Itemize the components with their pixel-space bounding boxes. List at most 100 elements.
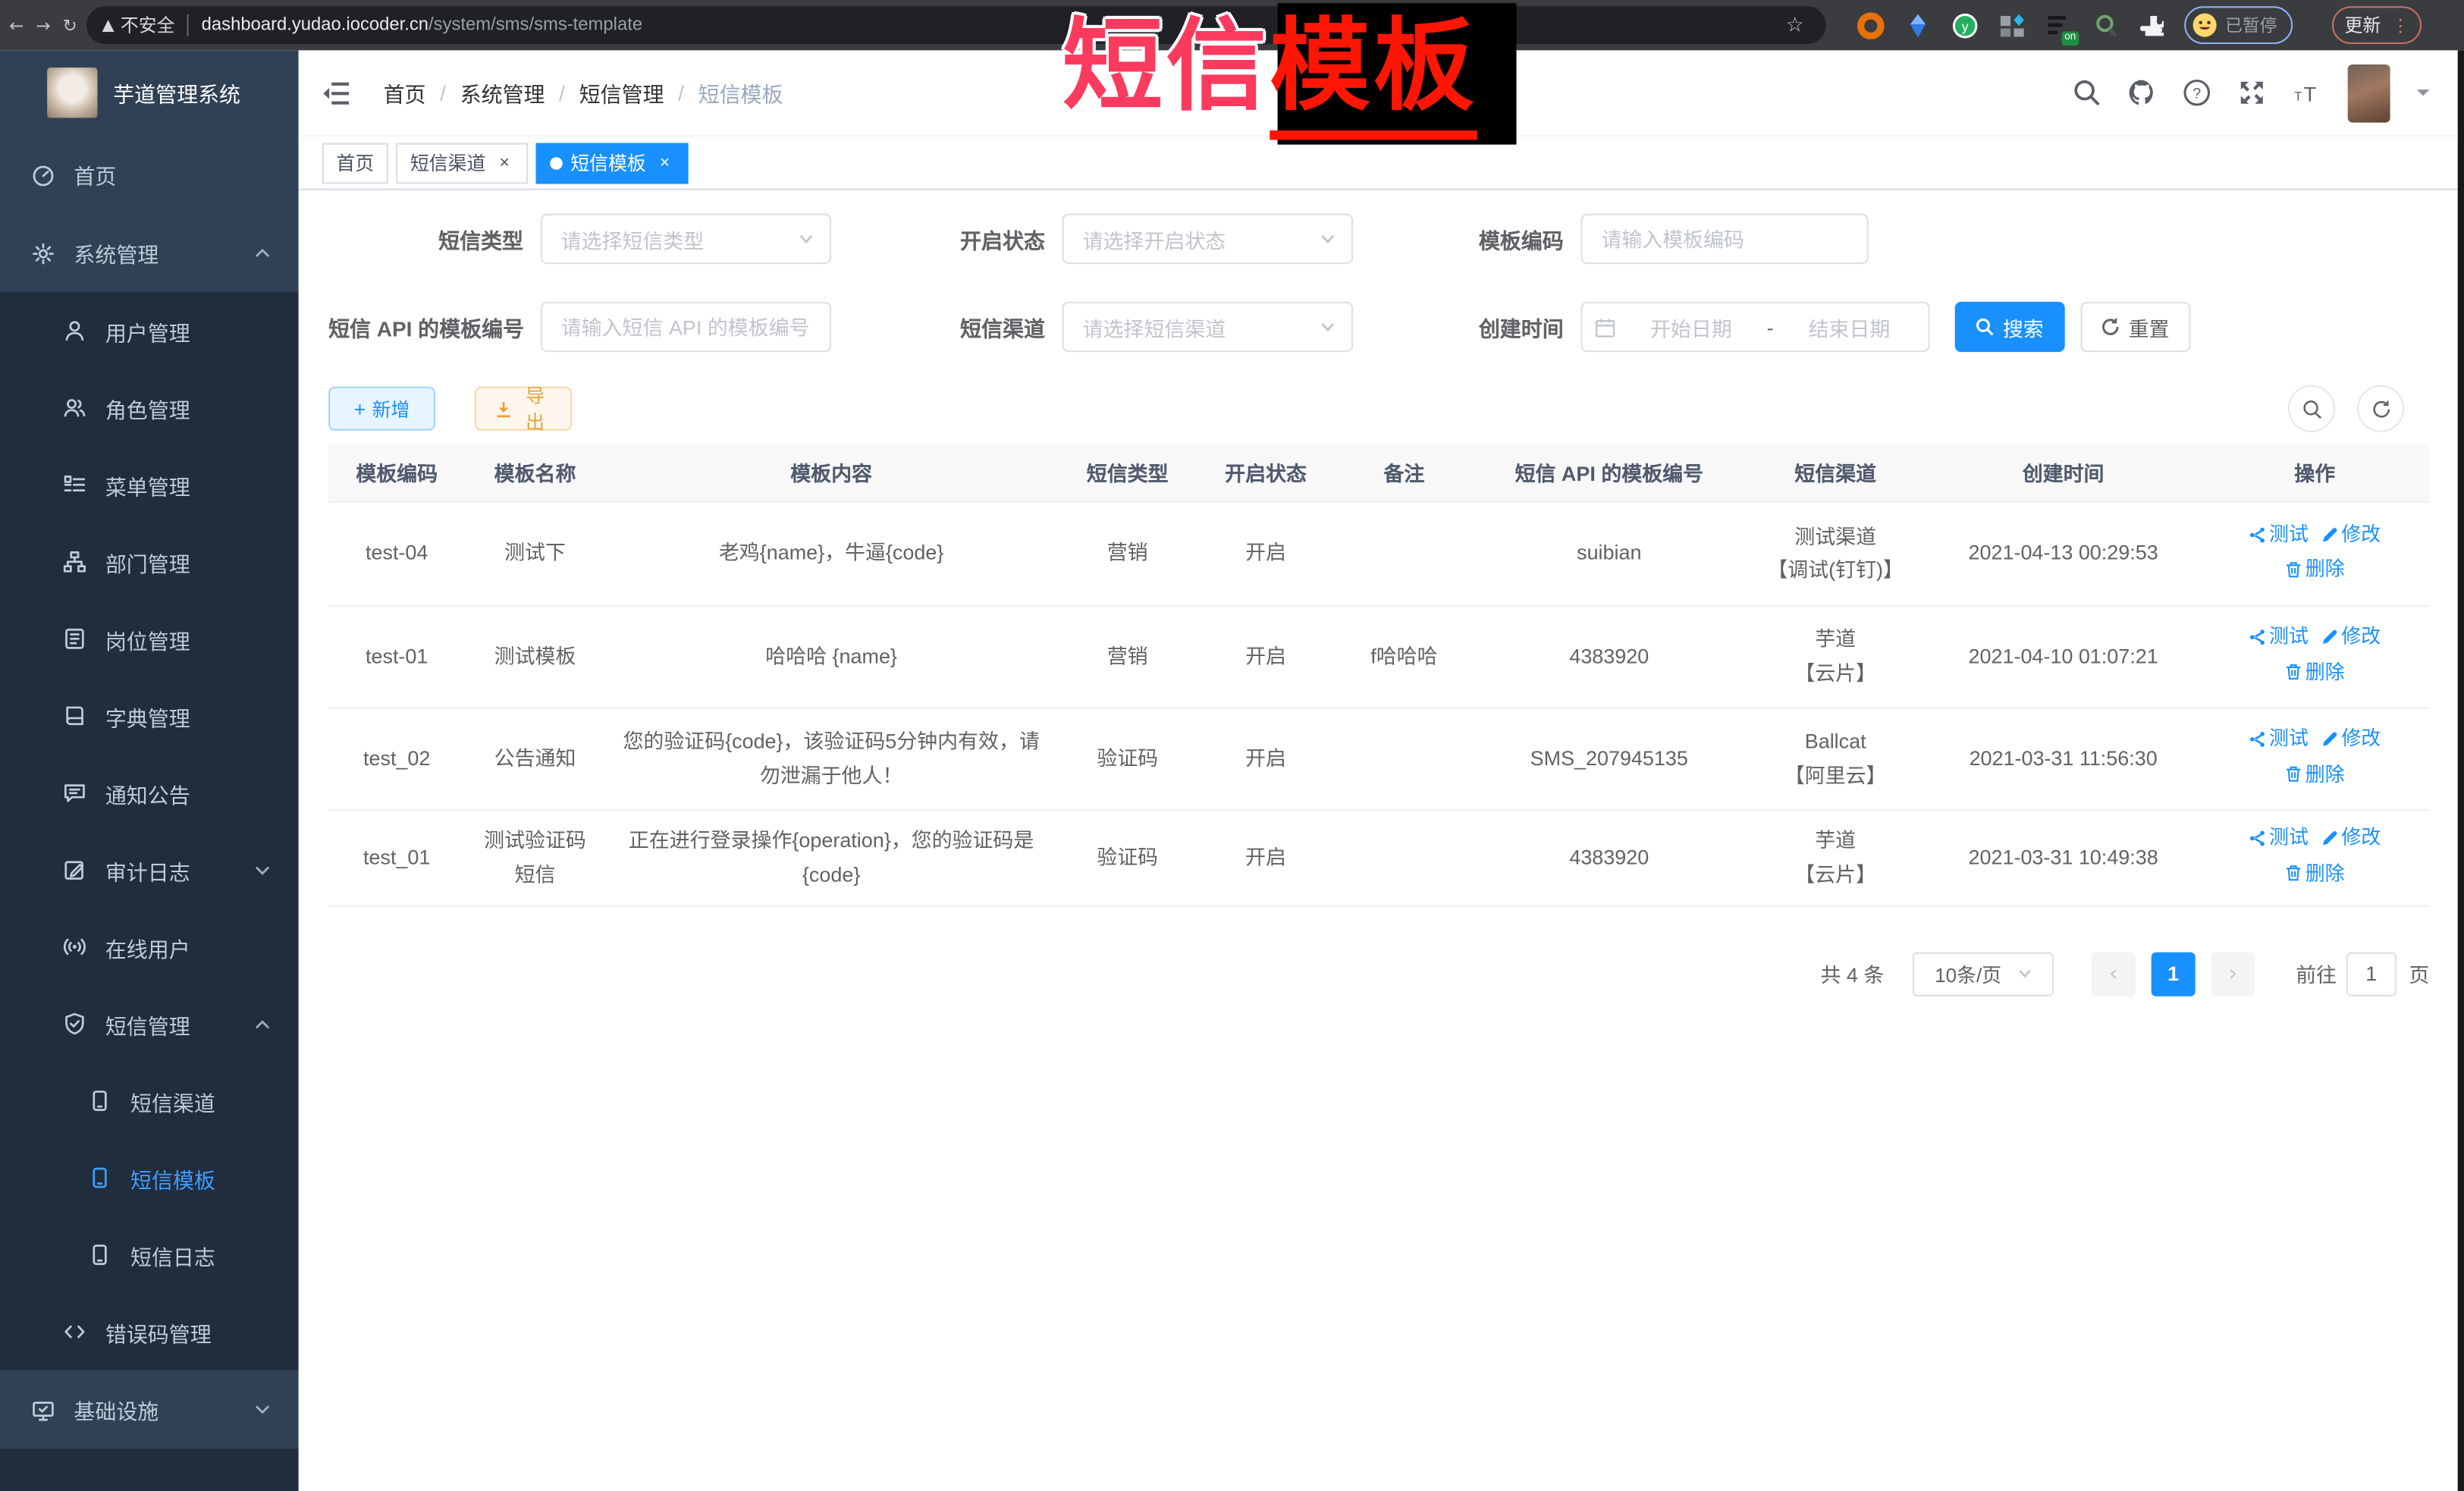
- sidebar-item-dept-management[interactable]: 部门管理: [0, 523, 299, 601]
- extension-blue-kite-icon[interactable]: [1904, 12, 1931, 39]
- table-cell: 哈哈哈 {name}: [605, 605, 1058, 708]
- extension-grid-icon[interactable]: [1999, 12, 2026, 39]
- refresh-table-button[interactable]: [2357, 385, 2404, 432]
- edit-link[interactable]: 修改: [2321, 518, 2381, 551]
- extension-on-badge: on: [2061, 31, 2079, 45]
- test-link[interactable]: 测试: [2249, 518, 2309, 551]
- breadcrumb-item[interactable]: 系统管理: [460, 77, 545, 108]
- avatar-caret-down-icon[interactable]: [2417, 89, 2430, 102]
- breadcrumb-item[interactable]: 短信管理: [579, 77, 664, 108]
- sidebar-item-sms-management[interactable]: 短信管理: [0, 985, 299, 1063]
- browser-update-button[interactable]: 更新 ⋮: [2332, 6, 2422, 44]
- sidebar-item-menu-management[interactable]: 菜单管理: [0, 446, 299, 523]
- header-search-icon[interactable]: [2073, 79, 2101, 107]
- test-link[interactable]: 测试: [2249, 621, 2309, 654]
- template-code-field: [1581, 214, 1869, 264]
- extension-list-on-icon[interactable]: on: [2046, 12, 2073, 39]
- sidebar-item-error-code-management[interactable]: 错误码管理: [0, 1293, 299, 1370]
- sidebar-item-post-management[interactable]: 岗位管理: [0, 601, 299, 678]
- table-row: test-04测试下老鸡{name}，牛逼{code}营销开启suibian测试…: [328, 501, 2429, 605]
- delete-link[interactable]: 删除: [2285, 553, 2345, 585]
- tab-短信渠道[interactable]: 短信渠道×: [396, 143, 528, 184]
- extensions-puzzle-icon[interactable]: [2140, 12, 2167, 39]
- breadcrumb-item: 短信模板: [698, 77, 783, 108]
- sidebar-item-infrastructure[interactable]: 基础设施: [0, 1370, 299, 1449]
- sidebar-item-home[interactable]: 首页: [0, 135, 299, 214]
- table-cell: 验证码: [1058, 707, 1197, 809]
- add-button[interactable]: + 新增: [328, 387, 435, 431]
- sidebar-collapse-icon[interactable]: [322, 81, 349, 105]
- edit-link[interactable]: 修改: [2321, 822, 2381, 855]
- create-time-range-picker[interactable]: 开始日期 - 结束日期: [1581, 302, 1930, 352]
- goto-page-input[interactable]: [2346, 952, 2397, 996]
- edit-link[interactable]: 修改: [2321, 724, 2381, 756]
- help-icon[interactable]: ?: [2183, 79, 2211, 107]
- template-code-input[interactable]: [1583, 215, 1867, 262]
- delete-link[interactable]: 删除: [2285, 758, 2345, 791]
- sidebar-item-dict-management[interactable]: 字典管理: [0, 677, 299, 755]
- export-button[interactable]: 导出: [475, 387, 572, 431]
- sidebar-item-role-management[interactable]: 角色管理: [0, 369, 299, 447]
- table-cell: 4383920: [1474, 605, 1744, 708]
- test-link[interactable]: 测试: [2249, 822, 2309, 855]
- status-select[interactable]: 请选择开启状态: [1063, 214, 1353, 264]
- table-cell: 营销: [1058, 501, 1197, 605]
- breadcrumb-item[interactable]: 首页: [384, 77, 426, 108]
- chevron-down-icon: [255, 1402, 271, 1417]
- sidebar-item-system-management[interactable]: 系统管理: [0, 214, 299, 293]
- sidebar-item-audit-log[interactable]: 审计日志: [0, 831, 299, 909]
- sidebar-item-user-management[interactable]: 用户管理: [0, 292, 299, 369]
- fullscreen-icon[interactable]: [2238, 79, 2266, 107]
- browser-profile-paused[interactable]: 已暂停: [2184, 6, 2293, 44]
- table-cell: 2021-03-31 11:56:30: [1926, 707, 2200, 809]
- channel-select[interactable]: 请选择短信渠道: [1063, 302, 1353, 352]
- extension-orange-ring-icon[interactable]: [1857, 12, 1884, 39]
- prev-page-button[interactable]: ‹: [2092, 952, 2136, 996]
- address-bar[interactable]: ▲ 不安全 dashboard.yudao.iocoder.cn/system/…: [86, 6, 1826, 44]
- delete-link[interactable]: 删除: [2285, 656, 2345, 689]
- reset-button[interactable]: 重置: [2080, 302, 2190, 352]
- next-page-button[interactable]: ›: [2211, 952, 2255, 996]
- extension-green-y-icon[interactable]: y: [1952, 12, 1979, 39]
- sidebar-item-sms-channel[interactable]: 短信渠道: [0, 1063, 299, 1140]
- github-icon[interactable]: [2128, 79, 2156, 107]
- sidebar-item-sms-log[interactable]: 短信日志: [0, 1216, 299, 1294]
- app-logo[interactable]: 芋道管理系统: [0, 50, 299, 135]
- browser-menu-kebab-icon[interactable]: ⋮: [2392, 17, 2409, 34]
- status-label: 开启状态: [850, 223, 1063, 254]
- app-window: 芋道管理系统 首页系统管理用户管理角色管理菜单管理部门管理岗位管理字典管理通知公…: [0, 50, 2464, 1491]
- delete-link[interactable]: 删除: [2285, 857, 2345, 890]
- browser-reload-icon[interactable]: ↻: [60, 15, 80, 36]
- sidebar-item-online-users[interactable]: 在线用户: [0, 909, 299, 986]
- edit-link[interactable]: 修改: [2321, 621, 2381, 654]
- form-row-2: 短信 API 的模板编号 短信渠道 请选择短信渠道 创建时间 开始日期: [328, 302, 2464, 352]
- date-range-separator: -: [1767, 315, 1774, 338]
- tab-首页[interactable]: 首页: [322, 143, 388, 184]
- table-cell: suibian: [1474, 501, 1744, 605]
- tab-close-icon[interactable]: ×: [655, 153, 674, 172]
- search-button[interactable]: 搜索: [1955, 302, 2065, 352]
- annotation-overlay: 短信模板: [1063, 9, 1477, 139]
- sidebar-item-notice-announcement[interactable]: 通知公告: [0, 755, 299, 832]
- extension-magnifier-icon[interactable]: [2093, 12, 2120, 39]
- tab-close-icon[interactable]: ×: [495, 153, 514, 172]
- api-template-id-input[interactable]: [542, 303, 830, 350]
- chevron-up-icon: [255, 1016, 271, 1032]
- browser-extensions: y on: [1857, 0, 2167, 50]
- browser-back-icon[interactable]: ←: [6, 15, 27, 36]
- current-page-button[interactable]: 1: [2152, 952, 2196, 996]
- test-link[interactable]: 测试: [2249, 724, 2309, 756]
- page-size-select[interactable]: 10条/页: [1913, 952, 2054, 996]
- user-avatar[interactable]: [2348, 64, 2390, 122]
- sidebar-item-sms-template[interactable]: 短信模板: [0, 1139, 299, 1216]
- bookmark-star-icon[interactable]: ☆: [1786, 14, 1804, 37]
- toggle-search-button[interactable]: [2288, 385, 2335, 432]
- sidebar-item-label: 短信模板: [130, 1162, 215, 1193]
- breadcrumb-separator: /: [678, 81, 684, 105]
- security-label: 不安全: [121, 13, 174, 38]
- phone-icon: [88, 1243, 111, 1267]
- browser-forward-icon[interactable]: →: [33, 15, 54, 36]
- tab-短信模板[interactable]: 短信模板×: [536, 143, 689, 184]
- font-size-icon[interactable]: TT: [2293, 79, 2321, 107]
- sms-type-select[interactable]: 请选择短信类型: [541, 214, 831, 264]
